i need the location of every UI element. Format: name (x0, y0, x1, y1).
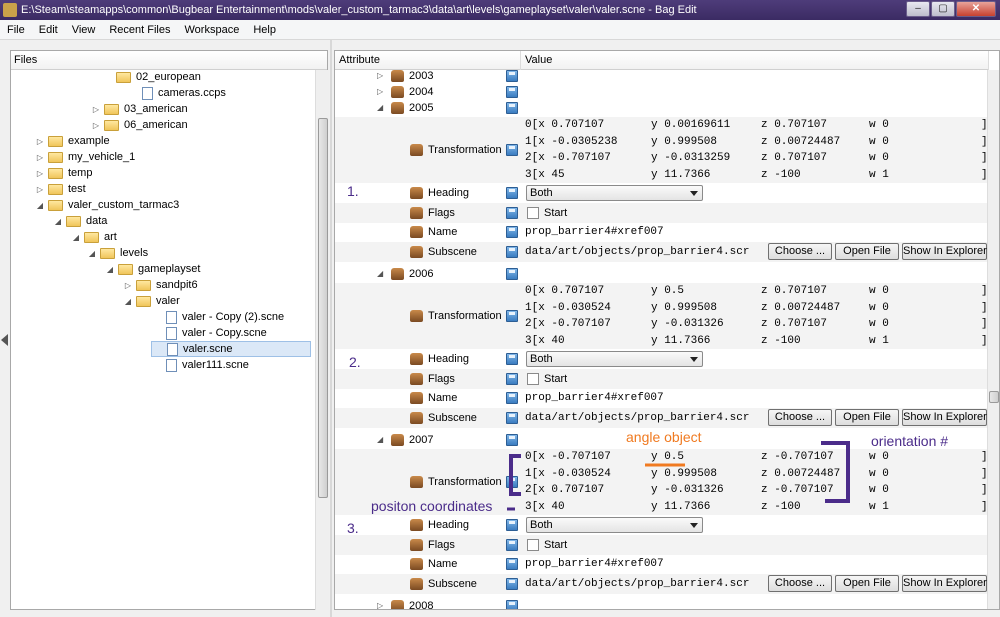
file-tree-label: valer_custom_tarmac3 (68, 199, 180, 211)
file-tree-item[interactable]: ◢ levels (87, 245, 148, 261)
file-tree-item[interactable]: ◢ art (71, 229, 117, 245)
minimize-button[interactable]: – (906, 1, 930, 17)
annotation-left-bracket (509, 454, 521, 496)
expand-arrow-icon[interactable]: ▷ (91, 121, 101, 130)
file-tree-item[interactable]: ◢ gameplayset (105, 261, 200, 277)
files-panel-header: Files (11, 51, 327, 70)
folder-icon (84, 231, 99, 243)
file-tree-label: 02_european (136, 71, 201, 83)
file-tree-item[interactable]: valer - Copy (2).scne (151, 309, 284, 325)
file-tree-label: gameplayset (138, 263, 201, 275)
folder-icon (136, 279, 151, 291)
file-icon (167, 342, 178, 356)
file-tree-label: cameras.ccps (158, 87, 226, 99)
folder-icon (48, 199, 63, 211)
expand-arrow-icon[interactable]: ▷ (35, 185, 45, 194)
expand-arrow-icon[interactable]: ▷ (91, 105, 101, 114)
file-tree-label: my_vehicle_1 (68, 151, 136, 163)
file-tree-label: test (68, 183, 86, 195)
panel-splitter[interactable] (330, 40, 332, 617)
file-tree-item[interactable]: valer.scne (151, 341, 311, 357)
menu-view[interactable]: View (65, 24, 103, 36)
window-title: E:\Steam\steamapps\common\Bugbear Entert… (21, 4, 697, 16)
folder-icon (116, 71, 131, 83)
file-tree-label: art (104, 231, 117, 243)
files-scrollbar-thumb[interactable] (318, 118, 328, 498)
expand-arrow-icon[interactable]: ▷ (35, 169, 45, 178)
menu-file[interactable]: File (0, 24, 32, 36)
expand-arrow-icon[interactable]: ▷ (35, 153, 45, 162)
file-tree-item[interactable]: ◢ data (53, 213, 108, 229)
file-tree-item[interactable]: ▷ my_vehicle_1 (35, 149, 135, 165)
folder-icon (48, 151, 63, 163)
file-tree-item[interactable]: ▷ test (35, 181, 86, 197)
file-tree-item[interactable]: valer111.scne (151, 357, 249, 373)
attributes-scrollbar-thumb[interactable] (989, 391, 999, 403)
collapse-panel-arrow-icon[interactable] (1, 334, 8, 346)
file-tree-label: valer - Copy (2).scne (182, 311, 285, 323)
folder-icon (100, 247, 115, 259)
folder-icon (104, 103, 119, 115)
close-button[interactable]: ✕ (956, 1, 996, 17)
expand-arrow-icon[interactable]: ▷ (123, 281, 133, 290)
file-tree-item[interactable]: ▷ example (35, 133, 110, 149)
menu-bar: File Edit View Recent Files Workspace He… (0, 20, 1000, 40)
collapse-arrow-icon[interactable]: ◢ (71, 233, 81, 242)
app-icon (3, 3, 17, 17)
file-icon (166, 310, 177, 324)
folder-icon (136, 295, 151, 307)
file-icon (166, 358, 177, 372)
collapse-arrow-icon[interactable]: ◢ (105, 265, 115, 274)
folder-icon (66, 215, 81, 227)
folder-icon (118, 263, 133, 275)
folder-icon (48, 167, 63, 179)
collapse-arrow-icon[interactable]: ◢ (35, 201, 45, 210)
file-icon (142, 86, 153, 100)
collapse-arrow-icon[interactable]: ◢ (87, 249, 97, 258)
collapse-arrow-icon[interactable]: ◢ (123, 297, 133, 306)
expand-arrow-icon[interactable]: ▷ (35, 137, 45, 146)
file-tree-label: 06_american (124, 119, 188, 131)
file-tree-label: valer.scne (183, 343, 233, 355)
file-tree-item[interactable]: 02_european (103, 70, 201, 85)
folder-icon (48, 183, 63, 195)
files-panel: Files 02_european cameras.ccps ▷ 03_america… (10, 50, 329, 610)
file-tree-item[interactable]: ▷ 06_american (91, 117, 188, 133)
annotation-right-bracket (821, 441, 850, 503)
menu-edit[interactable]: Edit (32, 24, 65, 36)
maximize-button[interactable]: ▢ (931, 1, 955, 17)
title-bar: E:\Steam\steamapps\common\Bugbear Entert… (0, 0, 1000, 20)
file-tree-item[interactable]: ▷ temp (35, 165, 93, 181)
file-tree-item[interactable]: ◢ valer_custom_tarmac3 (35, 197, 179, 213)
menu-workspace[interactable]: Workspace (178, 24, 247, 36)
file-tree-item[interactable]: ▷ 03_american (91, 101, 188, 117)
file-tree-label: data (86, 215, 108, 227)
file-tree-label: valer (156, 295, 180, 307)
file-tree-label: 03_american (124, 103, 188, 115)
file-tree: 02_european cameras.ccps ▷ 03_american ▷ 06_a… (11, 70, 315, 610)
file-tree-label: valer - Copy.scne (182, 327, 267, 339)
file-tree-label: valer111.scne (182, 359, 249, 371)
collapse-arrow-icon[interactable]: ◢ (53, 217, 63, 226)
annotation-marks (507, 441, 850, 511)
file-tree-item[interactable]: ▷ sandpit6 (123, 277, 198, 293)
folder-icon (104, 119, 119, 131)
file-tree-label: temp (68, 167, 93, 179)
files-scrollbar[interactable] (315, 70, 329, 610)
folder-icon (48, 135, 63, 147)
file-tree-item[interactable]: ◢ valer (123, 293, 180, 309)
file-tree-label: sandpit6 (156, 279, 198, 291)
file-tree-label: levels (120, 247, 149, 259)
menu-recent-files[interactable]: Recent Files (102, 24, 177, 36)
attributes-panel: Attribute Value ▷ 2003 ▷ 2004 ◢ 2005 Transform… (334, 50, 1000, 610)
file-tree-item[interactable]: valer - Copy.scne (151, 325, 267, 341)
menu-help[interactable]: Help (246, 24, 283, 36)
file-tree-item[interactable]: cameras.ccps (127, 85, 226, 101)
file-icon (166, 326, 177, 340)
file-tree-label: example (68, 135, 110, 147)
